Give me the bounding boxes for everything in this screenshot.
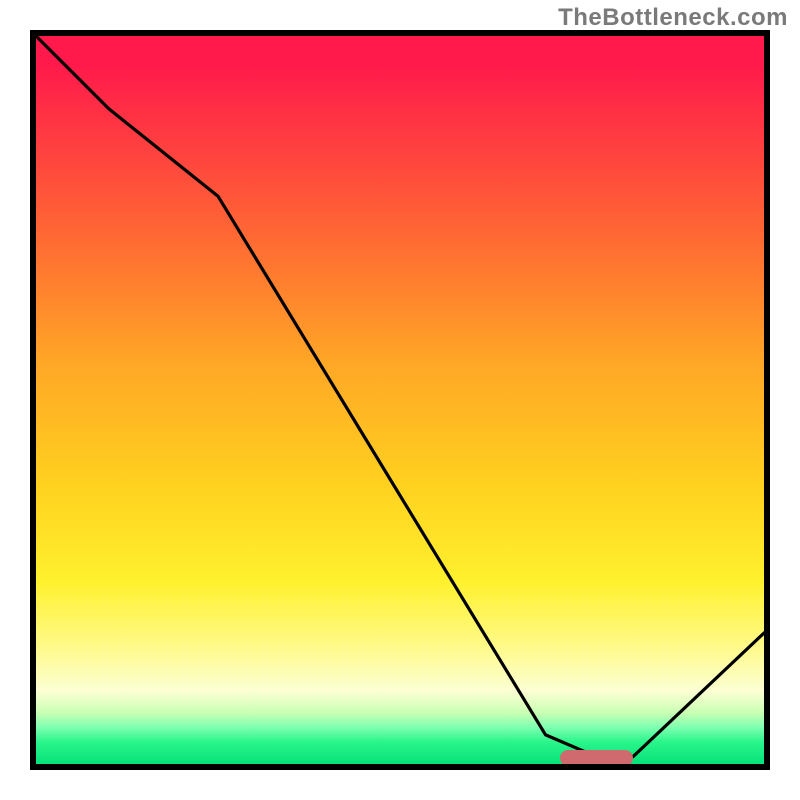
- optimal-range-marker: [560, 750, 633, 766]
- bottleneck-curve: [36, 36, 764, 764]
- plot-area: [30, 30, 770, 770]
- watermark-text: TheBottleneck.com: [558, 4, 788, 32]
- chart-container: TheBottleneck.com: [0, 0, 800, 800]
